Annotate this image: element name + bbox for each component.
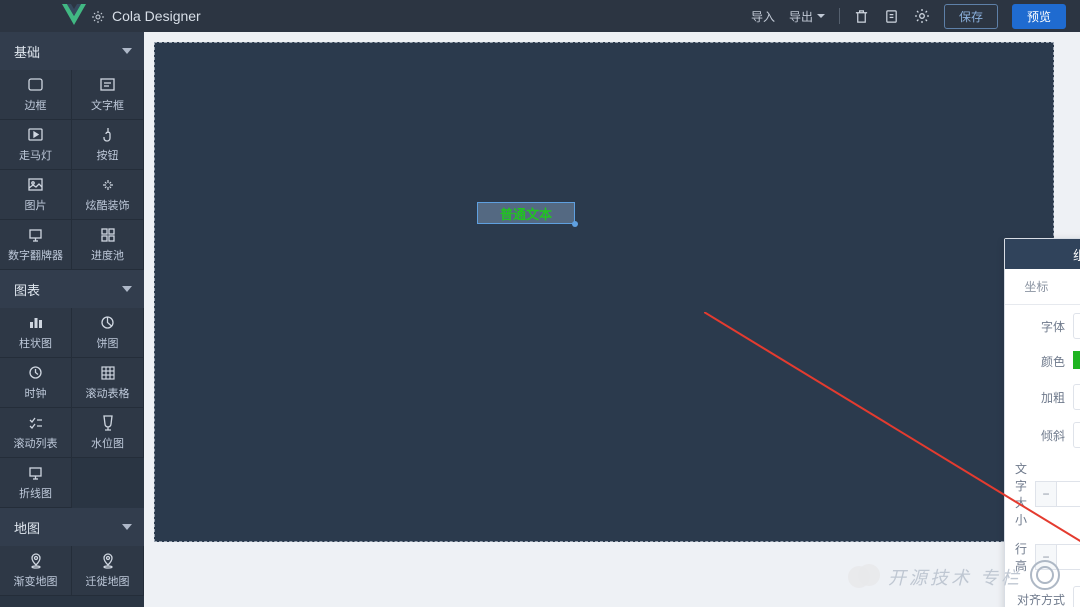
pie-icon [100,315,115,331]
label-fontsize: 文字大小 [1015,460,1035,528]
canvas-area: 普通文本 组件属性 ✕ 坐标 属性 数据 字体 微软雅黑 [144,32,1080,607]
sidebar-item-progress-pool[interactable]: 进度池 [72,220,144,270]
lineheight-input[interactable] [1057,544,1080,570]
sidebar-section-map[interactable]: 地图 [0,508,144,546]
sidebar-item-textbox[interactable]: 文字框 [72,70,144,120]
color-swatch[interactable] [1073,351,1080,369]
panel-title: 组件属性 [1073,245,1080,264]
sidebar-section-basic[interactable]: 基础 [0,32,144,70]
sidebar-item-marquee[interactable]: 走马灯 [0,120,72,170]
chevron-down-icon [817,14,825,18]
app-title: Cola Designer [112,8,201,24]
separator [839,8,840,24]
minus-button[interactable]: − [1035,481,1057,507]
chevron-down-icon [122,286,132,292]
image-icon [28,177,43,193]
clock-icon [28,365,43,381]
align-select[interactable]: center [1073,586,1080,607]
spark-icon [101,177,115,193]
export-link[interactable]: 导出 [789,8,825,25]
line-icon [28,465,43,481]
sidebar-item-pie[interactable]: 饼图 [72,308,144,358]
presentation-icon [28,227,43,243]
tab-attributes[interactable]: 属性 [1068,269,1080,304]
selected-text-label: 普通文本 [500,204,552,223]
sidebar-item-decoration[interactable]: 炫酷装饰 [72,170,144,220]
trash-icon[interactable] [854,8,870,24]
sidebar-item-gradient-map[interactable]: 渐变地图 [0,546,72,596]
map2-icon [101,553,115,569]
glass-icon [102,415,114,431]
fontsize-input[interactable] [1057,481,1080,507]
italic-select[interactable]: 正常 [1073,422,1080,448]
preview-button[interactable]: 预览 [1012,4,1066,29]
gear-icon[interactable] [914,8,930,24]
vue-logo-icon [62,4,86,26]
sidebar-item-image[interactable]: 图片 [0,170,72,220]
sidebar-item-line[interactable]: 折线图 [0,458,72,508]
import-link[interactable]: 导入 [751,8,775,25]
sidebar-item-scroll-table[interactable]: 滚动表格 [72,358,144,408]
table-icon [101,365,115,381]
sidebar-section-chart[interactable]: 图表 [0,270,144,308]
sidebar-item-flipper[interactable]: 数字翻牌器 [0,220,72,270]
properties-panel: 组件属性 ✕ 坐标 属性 数据 字体 微软雅黑 颜色 [1004,238,1080,607]
rect-icon [28,77,43,93]
chevron-down-icon [122,48,132,54]
sidebar-item-migration-map[interactable]: 迁徙地图 [72,546,144,596]
sidebar-item-liquid[interactable]: 水位图 [72,408,144,458]
map-icon [29,553,43,569]
play-icon [28,127,43,143]
pointer-icon [101,127,115,143]
fontsize-stepper[interactable]: −+ [1035,481,1080,507]
resize-handle[interactable] [572,221,578,227]
sidebar-item-button[interactable]: 按钮 [72,120,144,170]
label-lineheight: 行高 [1015,540,1035,574]
save-button[interactable]: 保存 [944,4,998,29]
grid-icon [101,227,115,243]
list-icon [28,415,43,431]
sidebar-item-border[interactable]: 边框 [0,70,72,120]
selected-text-element[interactable]: 普通文本 [477,202,575,224]
chevron-down-icon [122,524,132,530]
tab-position[interactable]: 坐标 [1005,269,1068,304]
sidebar-item-clock[interactable]: 时钟 [0,358,72,408]
minus-button[interactable]: − [1035,544,1057,570]
font-select[interactable]: 微软雅黑 [1073,313,1080,339]
label-color: 颜色 [1015,353,1073,370]
document-icon[interactable] [884,8,900,24]
sidebar-item-scroll-list[interactable]: 滚动列表 [0,408,72,458]
panel-header[interactable]: 组件属性 ✕ [1005,239,1080,269]
sidebar-item-bar[interactable]: 柱状图 [0,308,72,358]
component-sidebar: 基础 边框 文字框 走马灯 按钮 图片 炫酷装饰 数字翻牌器 进度池 图表 柱状… [0,32,144,607]
bar-icon [29,315,43,331]
lineheight-stepper[interactable]: −+ [1035,544,1080,570]
label-font: 字体 [1015,318,1073,335]
design-canvas[interactable]: 普通文本 [154,42,1054,542]
label-italic: 倾斜 [1015,427,1073,444]
text-icon [100,77,115,93]
bold-select[interactable]: 加粗 [1073,384,1080,410]
label-bold: 加粗 [1015,389,1073,406]
sun-icon [92,11,104,23]
label-align: 对齐方式 [1015,591,1073,607]
